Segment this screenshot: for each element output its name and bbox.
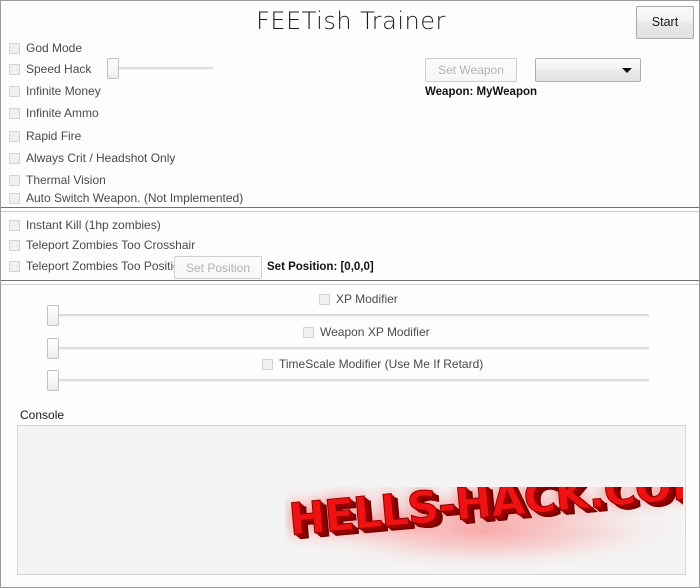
checkbox-box[interactable] xyxy=(9,85,20,97)
checkbox-always-crit[interactable]: Always Crit / Headshot Only xyxy=(9,151,175,165)
checkbox-box[interactable] xyxy=(9,239,20,251)
checkbox-label: Instant Kill (1hp zombies) xyxy=(26,218,161,232)
checkbox-label: Infinite Money xyxy=(26,84,101,98)
slider-track[interactable] xyxy=(59,314,649,317)
checkbox-box[interactable] xyxy=(9,192,20,204)
checkbox-box[interactable] xyxy=(9,219,20,231)
start-button[interactable]: Start xyxy=(636,6,694,39)
slider-track[interactable] xyxy=(59,379,649,382)
checkbox-infinite-money[interactable]: Infinite Money xyxy=(9,84,101,98)
slider-thumb[interactable] xyxy=(47,370,59,391)
section-divider-bottom xyxy=(1,280,699,285)
weapon-dropdown[interactable] xyxy=(535,58,641,82)
window-client-area: FEETish Trainer Start God Mode Speed Hac… xyxy=(1,1,699,587)
checkbox-box[interactable] xyxy=(9,174,20,186)
page-title: FEETish Trainer xyxy=(256,7,446,35)
checkbox-box[interactable] xyxy=(262,358,273,370)
slider-thumb[interactable] xyxy=(47,305,59,326)
checkbox-infinite-ammo[interactable]: Infinite Ammo xyxy=(9,106,99,120)
checkbox-instant-kill[interactable]: Instant Kill (1hp zombies) xyxy=(9,218,161,232)
checkbox-box[interactable] xyxy=(9,130,20,142)
console-textarea[interactable] xyxy=(17,425,686,575)
checkbox-auto-switch-weapon[interactable]: Auto Switch Weapon. (Not Implemented) xyxy=(9,191,243,205)
speed-hack-slider[interactable] xyxy=(107,57,213,81)
checkbox-speed-hack[interactable]: Speed Hack xyxy=(9,62,91,76)
section-divider-top xyxy=(1,207,699,212)
checkbox-rapid-fire[interactable]: Rapid Fire xyxy=(9,129,81,143)
checkbox-thermal-vision[interactable]: Thermal Vision xyxy=(9,173,106,187)
checkbox-box[interactable] xyxy=(9,107,20,119)
checkbox-label: Thermal Vision xyxy=(26,173,106,187)
set-position-button[interactable]: Set Position xyxy=(174,256,262,279)
checkbox-label: Auto Switch Weapon. (Not Implemented) xyxy=(26,191,244,205)
trainer-window: FEETish Trainer Start God Mode Speed Hac… xyxy=(0,0,700,588)
slider-track[interactable] xyxy=(59,347,649,350)
checkbox-box[interactable] xyxy=(319,293,330,305)
checkbox-label: Speed Hack xyxy=(26,62,92,76)
checkbox-god-mode[interactable]: God Mode xyxy=(9,41,82,55)
checkbox-box[interactable] xyxy=(9,152,20,164)
checkbox-label: God Mode xyxy=(26,41,83,55)
checkbox-label: Teleport Zombies Too Crosshair xyxy=(26,238,196,252)
set-weapon-button[interactable]: Set Weapon xyxy=(425,58,517,82)
slider-thumb[interactable] xyxy=(47,338,59,359)
position-status-label: Set Position: [0,0,0] xyxy=(267,261,374,273)
console-label: Console xyxy=(20,408,65,422)
checkbox-box[interactable] xyxy=(9,42,20,54)
checkbox-box[interactable] xyxy=(303,326,314,338)
weapon-status-label: Weapon: MyWeapon xyxy=(425,86,538,98)
checkbox-label: Teleport Zombies Too Position xyxy=(26,259,187,273)
checkbox-box[interactable] xyxy=(9,260,20,272)
checkbox-label: Rapid Fire xyxy=(26,129,82,143)
timescale-modifier-slider[interactable] xyxy=(47,369,651,393)
chevron-down-icon[interactable] xyxy=(622,68,632,73)
slider-track[interactable] xyxy=(119,67,213,70)
checkbox-label: Always Crit / Headshot Only xyxy=(26,151,176,165)
checkbox-teleport-zombies-crosshair[interactable]: Teleport Zombies Too Crosshair xyxy=(9,238,195,252)
slider-thumb[interactable] xyxy=(107,58,119,79)
checkbox-box[interactable] xyxy=(9,63,20,75)
checkbox-teleport-zombies-position[interactable]: Teleport Zombies Too Position xyxy=(9,259,187,273)
checkbox-label: Infinite Ammo xyxy=(26,106,99,120)
